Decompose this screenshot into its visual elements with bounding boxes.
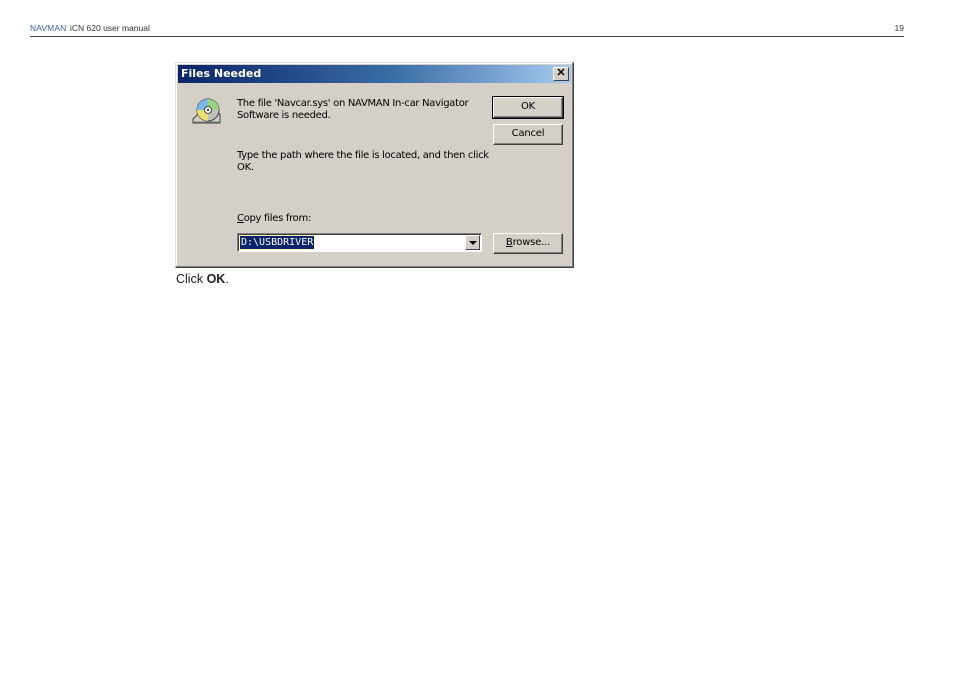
close-button[interactable]: ✕ bbox=[553, 67, 569, 81]
copy-path-combobox[interactable]: D:\USBDRIVER bbox=[237, 233, 482, 252]
close-icon: ✕ bbox=[556, 67, 566, 79]
caption-text: . bbox=[225, 272, 229, 286]
dialog-titlebar[interactable]: Files Needed ✕ bbox=[178, 65, 571, 83]
page-number: 19 bbox=[894, 23, 904, 33]
accelerator-key: C bbox=[237, 213, 244, 224]
header-divider bbox=[30, 36, 904, 37]
message-line: The file 'Navcar.sys' on NAVMAN In-car N… bbox=[237, 98, 469, 109]
ok-button[interactable]: OK bbox=[492, 96, 564, 119]
files-needed-dialog: Files Needed ✕ The file 'Navcar.sys' on … bbox=[175, 62, 574, 268]
button-label: rowse... bbox=[512, 237, 551, 248]
accelerator-key: B bbox=[505, 237, 513, 248]
file-needed-message: The file 'Navcar.sys' on NAVMAN In-car N… bbox=[237, 98, 469, 122]
caption-text: Click bbox=[176, 272, 207, 286]
caption-emphasis: OK bbox=[206, 272, 226, 286]
copy-files-from-label: Copy files from: bbox=[237, 213, 311, 224]
cancel-button[interactable]: Cancel bbox=[493, 124, 563, 145]
path-value[interactable]: D:\USBDRIVER bbox=[238, 235, 316, 250]
browse-button[interactable]: Browse... bbox=[493, 233, 563, 254]
cd-disc-icon bbox=[192, 98, 221, 124]
message-line: OK. bbox=[237, 162, 254, 173]
message-line: Software is needed. bbox=[237, 110, 331, 121]
brand-name: NAVMAN bbox=[30, 23, 67, 33]
label-text: opy files from: bbox=[243, 213, 312, 224]
path-instruction-message: Type the path where the file is located,… bbox=[237, 150, 489, 174]
dialog-title: Files Needed bbox=[181, 67, 262, 80]
manual-title: iCN 620 user manual bbox=[70, 23, 150, 33]
instruction-caption: Click OK. bbox=[176, 272, 229, 286]
message-line: Type the path where the file is located,… bbox=[237, 150, 489, 161]
page-header: NAVMAN iCN 620 user manual 19 bbox=[30, 23, 904, 36]
dropdown-arrow-icon[interactable] bbox=[465, 235, 480, 250]
